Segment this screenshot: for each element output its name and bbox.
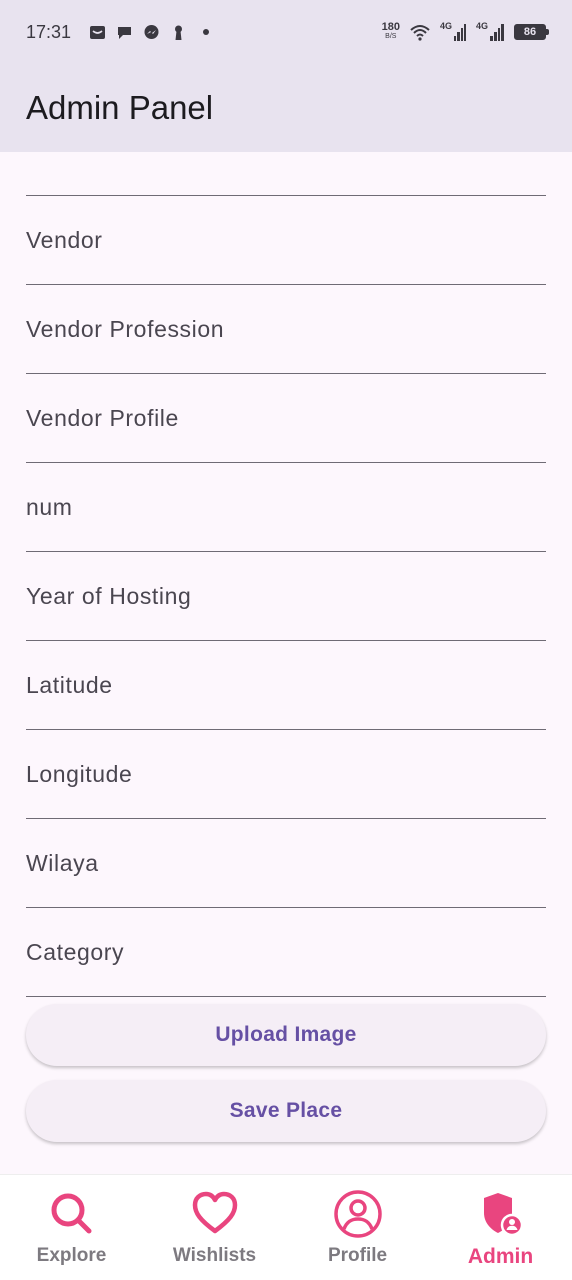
year-of-hosting-field[interactable]: Year of Hosting (26, 552, 546, 641)
place-form: Vendor Vendor Profession Vendor Profile … (26, 152, 546, 997)
status-time: 17:31 (26, 21, 72, 42)
num-field[interactable]: num (26, 463, 546, 552)
latitude-field[interactable]: Latitude (26, 641, 546, 730)
vendor-profession-field[interactable]: Vendor Profession (26, 285, 546, 374)
chat-icon (118, 26, 132, 39)
category-field[interactable]: Category (26, 908, 546, 997)
nav-item-wishlists[interactable]: Wishlists (143, 1175, 286, 1280)
upload-image-button[interactable]: Upload Image (26, 1004, 546, 1066)
vendor-field[interactable]: Vendor (26, 196, 546, 285)
battery-icon: 86 (514, 24, 549, 40)
category-label: Category (26, 938, 125, 965)
heart-icon (192, 1191, 237, 1234)
mail-icon (90, 25, 106, 39)
num-label: num (26, 493, 73, 520)
signal-label-1: 4G (440, 21, 453, 31)
wifi-icon (410, 24, 430, 41)
bottom-nav: Explore Wishlists Profile Admin (0, 1174, 572, 1280)
vendor-profile-field[interactable]: Vendor Profile (26, 374, 546, 463)
signal-icon-2: 4G (476, 21, 504, 41)
nav-item-admin[interactable]: Admin (429, 1175, 572, 1280)
signal-icon: 4G (440, 21, 466, 41)
vendor-label: Vendor (26, 226, 103, 253)
nav-label-admin: Admin (467, 1245, 534, 1268)
nav-label-wishlists: Wishlists (172, 1245, 257, 1266)
wilaya-label: Wilaya (26, 849, 99, 876)
status-right: 180 B/S 4G 4G 86 (381, 21, 549, 41)
nav-label-explore: Explore (36, 1245, 107, 1266)
nav-item-profile[interactable]: Profile (286, 1175, 429, 1280)
longitude-field[interactable]: Longitude (26, 730, 546, 819)
page-title: Admin Panel (26, 89, 214, 126)
nav-label-profile: Profile (327, 1245, 388, 1266)
wilaya-field[interactable]: Wilaya (26, 819, 546, 908)
battery-level: 86 (523, 26, 537, 38)
search-icon (51, 1193, 91, 1234)
year-of-hosting-label: Year of Hosting (26, 582, 192, 609)
messenger-icon (144, 24, 159, 39)
status-left: 17:31 (26, 21, 210, 43)
user-circle-icon (333, 1190, 382, 1238)
signal-label-2: 4G (476, 21, 489, 31)
latitude-label: Latitude (26, 671, 113, 698)
longitude-label: Longitude (26, 760, 133, 787)
net-speed-unit: B/S (385, 33, 397, 40)
text-field-top[interactable] (26, 152, 546, 196)
net-speed-value: 180 (381, 21, 400, 33)
admin-shield-icon (483, 1193, 523, 1237)
save-place-button[interactable]: Save Place (26, 1080, 546, 1142)
dot-icon (203, 29, 210, 35)
net-speed: 180 B/S (381, 21, 400, 41)
app-screen: 17:31 180 B/S 4G 4G 86 Admin Panel Vendo… (0, 0, 572, 1280)
app-bar: Admin Panel (0, 64, 572, 152)
vendor-profession-label: Vendor Profession (26, 315, 225, 342)
keyhole-icon (175, 25, 183, 40)
vendor-profile-label: Vendor Profile (26, 404, 179, 431)
nav-item-explore[interactable]: Explore (0, 1175, 143, 1280)
status-bar: 17:31 180 B/S 4G 4G 86 (0, 0, 572, 64)
